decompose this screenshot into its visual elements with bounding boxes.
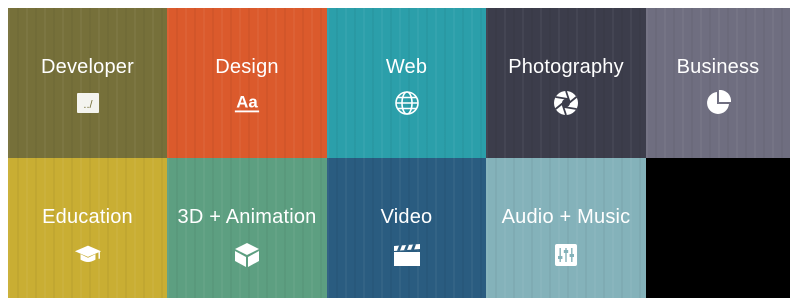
tile-label: Video [380,206,433,228]
category-grid-frame: Developer ../ Design Aa Web Photography … [8,8,790,298]
tile-business[interactable]: Business [646,8,790,158]
tile-label: Web [385,56,428,78]
tile-label: Audio + Music [501,206,631,228]
aperture-icon [552,90,580,116]
tile-photography[interactable]: Photography [486,8,646,158]
tile-label: 3D + Animation [177,206,317,228]
tile-label: Business [676,56,760,78]
pie-chart-icon [704,90,732,116]
tile-label: Developer [41,56,134,78]
tile-video[interactable]: Video [327,158,486,298]
typography-icon-text: Aa [236,93,258,112]
graduation-cap-icon [74,242,102,268]
tile-label: Education [42,206,133,228]
globe-icon [393,90,421,116]
tile-web[interactable]: Web [327,8,486,158]
clapperboard-icon [393,242,421,268]
typography-icon: Aa [233,90,261,116]
tile-3d-animation[interactable]: 3D + Animation [167,158,327,298]
tile-education[interactable]: Education [8,158,167,298]
terminal-icon: ../ [74,90,102,116]
tile-label: Photography [508,56,624,78]
tile-empty [646,158,790,298]
tile-audio-music[interactable]: Audio + Music [486,158,646,298]
tile-label: Design [215,56,279,78]
tile-design[interactable]: Design Aa [167,8,327,158]
cube-icon [233,242,261,268]
terminal-icon-text: ../ [83,99,93,111]
tile-developer[interactable]: Developer ../ [8,8,167,158]
mixer-sliders-icon [552,242,580,268]
category-grid: Developer ../ Design Aa Web Photography … [8,8,790,298]
